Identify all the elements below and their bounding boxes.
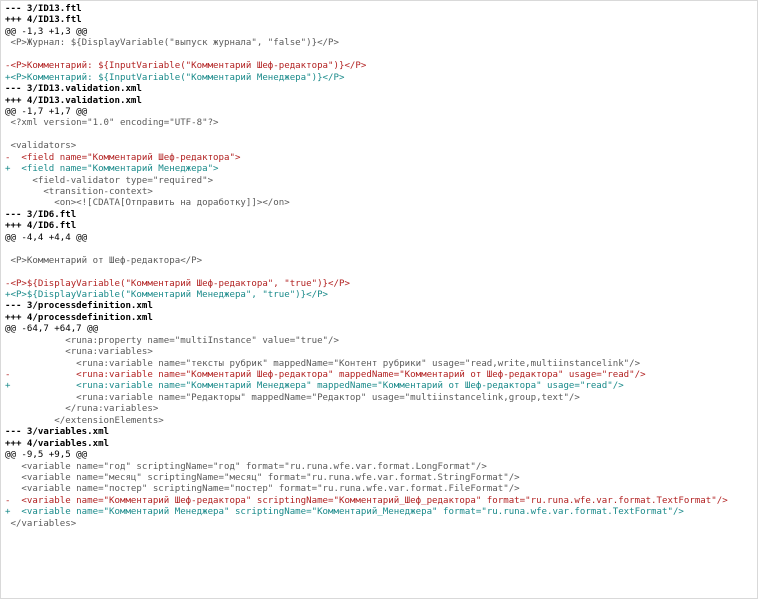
hunk-header-line: @@ -1,3 +1,3 @@ [5,26,88,37]
context-line: <runa:property name="multiInstance" valu… [5,335,339,346]
file-header-line: --- 3/ID13.ftl [5,4,82,14]
context-line: <P>Журнал: ${DisplayVariable("выпуск жур… [5,38,339,49]
removed-line: - <variable name="Комментарий Шеф-редакт… [5,495,728,506]
context-line: <field-validator type="required"> [5,175,214,186]
file-header-line: +++ 4/ID6.ftl [5,221,77,232]
context-line: <validators> [5,141,77,152]
diff-viewer-panel: --- 3/ID13.ftl +++ 4/ID13.ftl @@ -1,3 +1,3… [0,0,758,599]
file-header-line: +++ 4/ID13.validation.xml [5,95,142,106]
context-line: <runa:variables> [5,347,153,358]
context-line: <transition-context> [5,187,153,197]
context-line: <variable name="постер" scriptingName="п… [5,484,520,495]
hunk-header-line: @@ -9,5 +9,5 @@ [5,450,88,461]
context-line: </extensionElements> [5,415,164,426]
added-line: +<P>${DisplayVariable("Комментарий Менед… [5,289,329,300]
context-line: <variable name="месяц" scriptingName="ме… [5,472,520,483]
file-header-line: +++ 4/processdefinition.xml [5,312,153,323]
file-header-line: +++ 4/variables.xml [5,438,110,449]
context-line: </runa:variables> [5,404,159,415]
file-header-line: --- 3/variables.xml [5,427,110,438]
file-header-line: --- 3/ID6.ftl [5,209,77,220]
context-line: <P>Комментарий от Шеф-редактора</P> [5,255,203,266]
diff-content[interactable]: --- 3/ID13.ftl +++ 4/ID13.ftl @@ -1,3 +1,3… [5,4,755,530]
removed-line: - <field name="Комментарий Шеф-редактора… [5,152,241,163]
context-line: <runa:variable name="тексты рубрик" mapp… [5,358,641,369]
added-line: + <variable name="Комментарий Менеджера"… [5,507,684,518]
hunk-header-line: @@ -1,7 +1,7 @@ [5,106,88,117]
hunk-header-line: @@ -64,7 +64,7 @@ [5,324,99,335]
file-header-line: --- 3/ID13.validation.xml [5,84,142,95]
context-line: </variables> [5,518,77,529]
hunk-header-line: @@ -4,4 +4,4 @@ [5,232,88,243]
file-header-line: +++ 4/ID13.ftl [5,15,82,26]
file-header-line: --- 3/processdefinition.xml [5,301,153,312]
context-line: <runa:variable name="Редакторы" mappedNa… [5,392,580,403]
context-line: <on><![CDATA[Отправить на доработку]]></… [5,198,290,209]
added-line: + <field name="Комментарий Менеджера"> [5,164,219,175]
context-line: <variable name="год" scriptingName="год"… [5,461,487,472]
removed-line: - <runa:variable name="Комментарий Шеф-р… [5,370,646,380]
added-line: +<P>Комментарий: ${InputVariable("Коммен… [5,72,345,83]
removed-line: -<P>${DisplayVariable("Комментарий Шеф-р… [5,278,350,289]
removed-line: -<P>Комментарий: ${InputVariable("Коммен… [5,61,367,72]
added-line: + <runa:variable name="Комментарий Менед… [5,381,624,392]
context-line: <?xml version="1.0" encoding="UTF-8"?> [5,118,219,129]
